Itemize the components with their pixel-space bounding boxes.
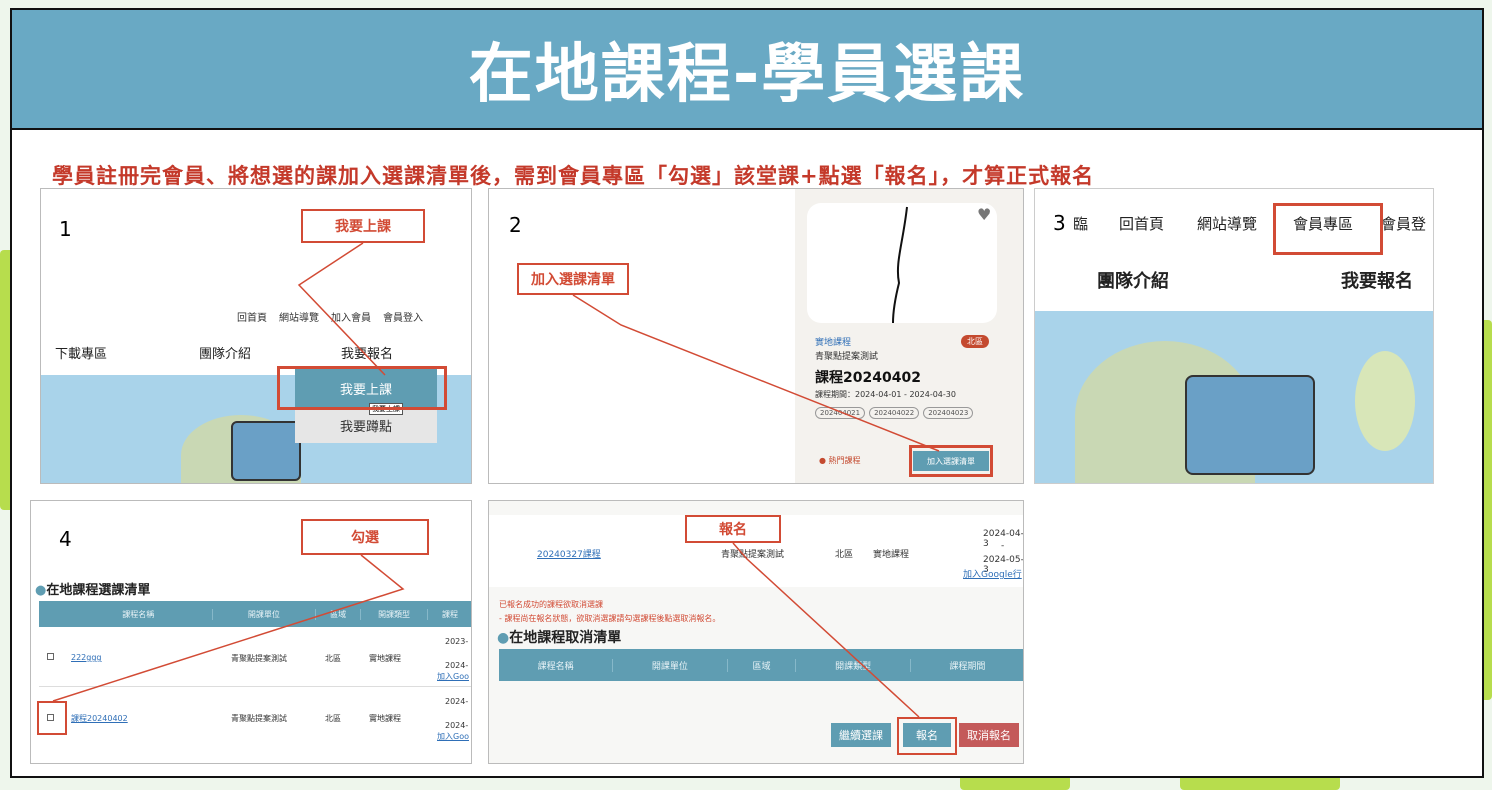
panel-2: 2 加入選課清單 ♥ 實地課程 北區 青聚點提案測試 課程20240402 課程… <box>488 188 1024 484</box>
title-bar: 在地課程-學員選課 <box>12 10 1482 130</box>
panel-5: 5 20240327課程 青聚點提案測試 北區 實地課程 2024-04-3 -… <box>488 500 1024 764</box>
menu-signup[interactable]: 我要報名 <box>1341 267 1413 293</box>
nav-sitemap[interactable]: 網站導覽 <box>1197 213 1257 234</box>
panel-3: 臨 回首頁 網站導覽 會員專區 會員登 3 團隊介紹 我要報名 <box>1034 188 1434 484</box>
menu-team[interactable]: 團隊介紹 <box>1097 267 1169 293</box>
callout-line <box>297 242 386 376</box>
step-number: 3 <box>1053 211 1066 235</box>
highlight-box <box>1273 203 1383 255</box>
tree-illustration <box>1355 351 1415 451</box>
slide-subtitle: 學員註冊完會員、將想選的課加入選課清單後，需到會員專區「勾選」該堂課+點選「報名… <box>52 164 1095 188</box>
nav-home[interactable]: 回首頁 <box>1119 213 1164 234</box>
nav-edge: 臨 <box>1073 215 1089 233</box>
panel-4: 4 勾選 ●在地課程選課清單 課程名稱 開課單位 區域 開課類型 課程 222g… <box>30 500 472 764</box>
callout-line <box>52 554 405 702</box>
hero-image <box>1035 311 1433 483</box>
callout-line <box>732 542 920 718</box>
slide-title: 在地課程-學員選課 <box>468 38 1026 112</box>
callout-line <box>572 294 940 452</box>
camera-illustration <box>1185 375 1315 475</box>
nav-member-login[interactable]: 會員登 <box>1381 213 1426 234</box>
panel-1: 1 我要上課 回首頁 網站導覽 加入會員 會員登入 下載專區 團隊介紹 我要報名… <box>40 188 472 484</box>
